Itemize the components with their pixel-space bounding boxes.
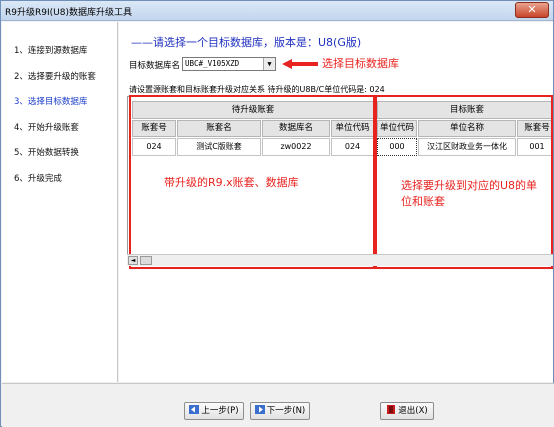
step-data-conversion: 5、开始数据转换 bbox=[14, 148, 79, 158]
exit-door-icon bbox=[387, 405, 396, 414]
mapping-instruction: 请设置源账套和目标账套升级对应关系 待升级的U8B/C单位代码是: 024 bbox=[129, 85, 385, 94]
step-connect-source: 1、连接到源数据库 bbox=[14, 46, 88, 56]
annotation-select-db: 选择目标数据库 bbox=[322, 57, 399, 70]
target-db-label: 目标数据库名 bbox=[129, 61, 181, 71]
step-start-upgrade: 4、开始升级账套 bbox=[14, 123, 79, 133]
horizontal-scrollbar[interactable]: ◄ bbox=[127, 254, 553, 266]
scroll-thumb[interactable] bbox=[140, 256, 152, 265]
page-heading: ——请选择一个目标数据库，版本是：U8(G版) bbox=[131, 36, 362, 49]
step-select-account: 2、选择要升级的账套 bbox=[14, 72, 96, 82]
step-complete: 6、升级完成 bbox=[14, 174, 62, 184]
close-button[interactable]: ✕ bbox=[515, 2, 549, 18]
red-arrow-icon bbox=[282, 59, 318, 69]
target-db-value: UBC#_V105XZD bbox=[185, 59, 240, 68]
back-arrow-icon bbox=[189, 405, 200, 414]
window-title: R9升级R9I(U8)数据库升级工具 bbox=[5, 8, 132, 18]
title-bar: R9升级R9I(U8)数据库升级工具 ✕ bbox=[1, 1, 553, 21]
button-bar: 上一步(P) 下一步(N) 退出(X) bbox=[2, 383, 554, 427]
scroll-left-icon[interactable]: ◄ bbox=[128, 256, 138, 265]
exit-button-label: 退出(X) bbox=[398, 406, 428, 416]
annotation-target-line-1: 选择要升级到对应的U8的单 bbox=[401, 179, 538, 192]
dropdown-arrow-icon[interactable]: ▼ bbox=[263, 58, 275, 70]
annotation-source-accounts: 带升级的R9.x账套、数据库 bbox=[164, 176, 299, 189]
prev-button[interactable]: 上一步(P) bbox=[184, 402, 244, 420]
next-button-label: 下一步(N) bbox=[266, 406, 306, 416]
app-window: R9升级R9I(U8)数据库升级工具 ✕ 1、连接到源数据库 2、选择要升级的账… bbox=[0, 0, 554, 427]
exit-button[interactable]: 退出(X) bbox=[380, 402, 434, 420]
steps-panel: 1、连接到源数据库 2、选择要升级的账套 3、选择目标数据库 4、开始升级账套 … bbox=[2, 22, 118, 382]
target-db-select[interactable]: UBC#_V105XZD ▼ bbox=[182, 57, 276, 71]
main-panel: ——请选择一个目标数据库，版本是：U8(G版) 目标数据库名 UBC#_V105… bbox=[119, 22, 553, 382]
forward-arrow-icon bbox=[254, 405, 265, 414]
next-button[interactable]: 下一步(N) bbox=[250, 402, 310, 420]
annotation-target-line-2: 位和账套 bbox=[401, 195, 445, 208]
step-select-target-db: 3、选择目标数据库 bbox=[14, 97, 88, 107]
prev-button-label: 上一步(P) bbox=[201, 406, 239, 416]
